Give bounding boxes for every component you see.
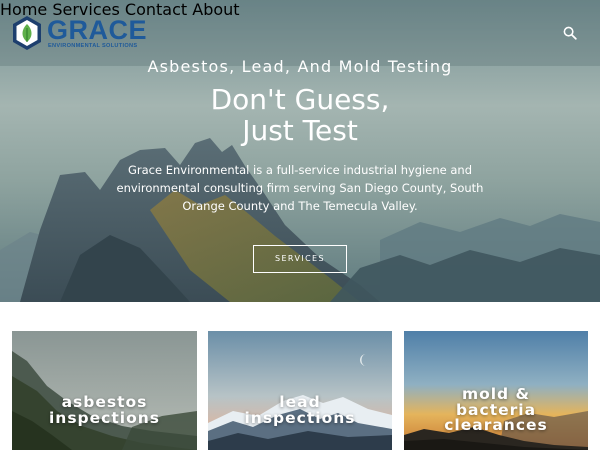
nav-item-about[interactable]: About [192, 0, 239, 19]
service-card-mold[interactable]: mold & bacteria clearances [404, 331, 588, 450]
hero-description: Grace Environmental is a full-service in… [116, 163, 484, 213]
lead-card-image [208, 331, 392, 450]
brand-tagline: ENVIRONMENTAL SOLUTIONS [48, 43, 138, 49]
hero-headline: Don't Guess, Just Test [0, 84, 600, 146]
card-title-line: inspections [48, 408, 160, 427]
hero-headline-line-1: Don't Guess, [210, 83, 390, 116]
asbestos-card-image [12, 331, 197, 450]
hexagon-leaf-icon [13, 16, 41, 50]
hero-headline-line-2: Just Test [242, 114, 358, 147]
card-title-mold: mold & bacteria clearances [404, 386, 588, 434]
hero-section: GRACE ENVIRONMENTAL SOLUTIONS Home Servi… [0, 0, 600, 302]
card-title-line: clearances [444, 416, 548, 434]
service-card-lead[interactable]: lead inspections [208, 331, 392, 450]
brand-name: GRACE [47, 15, 148, 45]
search-icon[interactable] [563, 26, 577, 40]
services-button[interactable]: SERVICES [253, 245, 347, 273]
card-title-asbestos: asbestos inspections [12, 394, 197, 427]
card-title-line: inspections [244, 408, 356, 427]
grace-logo[interactable]: GRACE ENVIRONMENTAL SOLUTIONS [11, 15, 147, 53]
hero-kicker: Asbestos, Lead, And Mold Testing [147, 57, 453, 76]
card-title-lead: lead inspections [208, 394, 392, 427]
service-card-asbestos[interactable]: asbestos inspections [12, 331, 197, 450]
